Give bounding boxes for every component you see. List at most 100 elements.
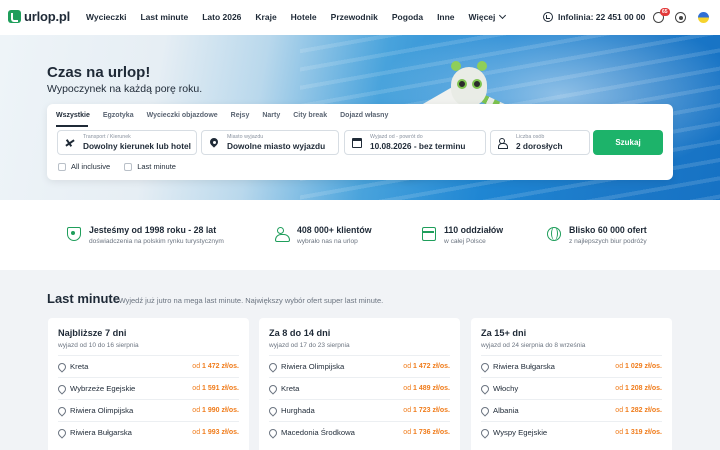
tab-wszystkie[interactable]: Wszystkie bbox=[56, 112, 90, 119]
destination: Albania bbox=[493, 406, 519, 415]
destination: Wybrzeże Egejskie bbox=[70, 384, 136, 393]
hotline[interactable]: Infolinia: 22 451 00 00 bbox=[543, 12, 645, 22]
tab-narty[interactable]: Narty bbox=[262, 112, 280, 119]
pin-icon bbox=[269, 363, 275, 371]
all-inclusive-checkbox[interactable]: All inclusive bbox=[58, 162, 110, 171]
clients-icon bbox=[275, 227, 290, 242]
last-minute-section: Last minute - Wyjedź już jutro na mega l… bbox=[0, 270, 720, 450]
price-value: 1 489 zł/os. bbox=[413, 385, 450, 392]
nav-item-pogoda[interactable]: Pogoda bbox=[392, 12, 423, 22]
price: od 1 591 zł/os. bbox=[192, 385, 239, 392]
tab-dojazd-wlasny[interactable]: Dojazd własny bbox=[340, 112, 388, 119]
price: od 1 472 zł/os. bbox=[192, 363, 239, 370]
active-tab-indicator bbox=[56, 125, 88, 127]
list-item[interactable]: Macedonia Środkowa od 1 736 zł/os. bbox=[269, 421, 450, 443]
destination: Kreta bbox=[70, 362, 89, 371]
price: od 1 472 zł/os. bbox=[403, 363, 450, 370]
list-item[interactable]: Hurghada od 1 723 zł/os. bbox=[269, 399, 450, 421]
price-value: 1 472 zł/os. bbox=[202, 363, 239, 370]
departure-city-label: Miasto wyjazdu bbox=[227, 134, 264, 140]
tab-egzotyka[interactable]: Egzotyka bbox=[103, 112, 134, 119]
list-item[interactable]: Riwiera Olimpijska od 1 472 zł/os. bbox=[269, 355, 450, 377]
pin-icon bbox=[481, 385, 487, 393]
price: od 1 993 zł/os. bbox=[192, 429, 239, 436]
feature-title: 110 oddziałów bbox=[444, 225, 504, 235]
tab-city-break[interactable]: City break bbox=[293, 112, 327, 119]
pin-icon bbox=[210, 138, 218, 148]
list-item[interactable]: Wyspy Egejskie od 1 319 zł/os. bbox=[481, 421, 662, 443]
feature-subtitle: wybrało nas na urlop bbox=[297, 238, 358, 245]
card-subtitle: wyjazd od 17 do 23 sierpnia bbox=[269, 342, 350, 349]
nav-item-wycieczki[interactable]: Wycieczki bbox=[86, 12, 126, 22]
departure-city-value: Dowolne miasto wyjazdu bbox=[227, 141, 326, 151]
card-title: Za 8 do 14 dni bbox=[269, 328, 331, 338]
pin-icon bbox=[58, 407, 64, 415]
card-subtitle: wyjazd od 10 do 16 sierpnia bbox=[58, 342, 139, 349]
price: od 1 736 zł/os. bbox=[403, 429, 450, 436]
phone-icon bbox=[543, 12, 553, 22]
list-item[interactable]: Albania od 1 282 zł/os. bbox=[481, 399, 662, 421]
nav-item-inne[interactable]: Inne bbox=[437, 12, 454, 22]
nav-item-lato-2026[interactable]: Lato 2026 bbox=[202, 12, 241, 22]
search-tabs: Wszystkie Egzotyka Wycieczki objazdowe R… bbox=[56, 112, 401, 119]
price-prefix: od bbox=[192, 385, 203, 392]
feature-title: Jesteśmy od 1998 roku - 28 lat bbox=[89, 225, 217, 235]
price-value: 1 591 zł/os. bbox=[202, 385, 239, 392]
travelers-field[interactable]: Liczba osób 2 dorosłych bbox=[490, 130, 590, 155]
price: od 1 282 zł/os. bbox=[615, 407, 662, 414]
list-item[interactable]: Kreta od 1 472 zł/os. bbox=[58, 355, 239, 377]
last-minute-checkbox[interactable]: Last minute bbox=[124, 162, 176, 171]
price-value: 1 472 zł/os. bbox=[413, 363, 450, 370]
travelers-label: Liczba osób bbox=[516, 134, 545, 140]
nav-item-wiecej[interactable]: Więcej bbox=[469, 11, 507, 22]
price-prefix: od bbox=[615, 385, 626, 392]
price-prefix: od bbox=[192, 363, 203, 370]
list-item[interactable]: Wybrzeże Egejskie od 1 591 zł/os. bbox=[58, 377, 239, 399]
pin-icon bbox=[58, 363, 64, 371]
nav-item-last-minute[interactable]: Last minute bbox=[140, 12, 188, 22]
destination-value: Dowolny kierunek lub hotel bbox=[83, 141, 191, 151]
nav-item-hotele[interactable]: Hotele bbox=[291, 12, 317, 22]
card-subtitle: wyjazd od 24 sierpnia do 8 września bbox=[481, 342, 586, 349]
list-item[interactable]: Włochy od 1 208 zł/os. bbox=[481, 377, 662, 399]
price-value: 1 282 zł/os. bbox=[625, 407, 662, 414]
favorites-icon[interactable] bbox=[675, 12, 686, 23]
search-button[interactable]: Szukaj bbox=[593, 130, 663, 155]
list-item[interactable]: Riwiera Bułgarska od 1 993 zł/os. bbox=[58, 421, 239, 443]
list-item[interactable]: Riwiera Olimpijska od 1 990 zł/os. bbox=[58, 399, 239, 421]
destination: Riwiera Olimpijska bbox=[281, 362, 345, 371]
main-nav: Wycieczki Last minute Lato 2026 Kraje Ho… bbox=[86, 11, 507, 22]
destination: Riwiera Bułgarska bbox=[493, 362, 555, 371]
nav-item-przewodnik[interactable]: Przewodnik bbox=[331, 12, 378, 22]
departure-city-field[interactable]: Miasto wyjazdu Dowolne miasto wyjazdu bbox=[201, 130, 339, 155]
price-prefix: od bbox=[403, 385, 414, 392]
price: od 1 489 zł/os. bbox=[403, 385, 450, 392]
price-value: 1 736 zł/os. bbox=[413, 429, 450, 436]
list-item[interactable]: Kreta od 1 489 zł/os. bbox=[269, 377, 450, 399]
destination: Riwiera Olimpijska bbox=[70, 406, 134, 415]
price: od 1 029 zł/os. bbox=[615, 363, 662, 370]
dates-value: 10.08.2026 - bez terminu bbox=[370, 141, 466, 151]
dates-field[interactable]: Wyjazd od - powrót do 10.08.2026 - bez t… bbox=[344, 130, 486, 155]
pin-icon bbox=[269, 407, 275, 415]
logo[interactable]: urlop.pl bbox=[8, 9, 70, 24]
plane-icon bbox=[65, 138, 75, 148]
destination-field[interactable]: Transport / Kierunek Dowolny kierunek lu… bbox=[57, 130, 197, 155]
feature-subtitle: z najlepszych biur podróży bbox=[569, 238, 647, 245]
nav-item-kraje[interactable]: Kraje bbox=[255, 12, 276, 22]
feature-subtitle: w całej Polsce bbox=[444, 238, 486, 245]
price-prefix: od bbox=[192, 407, 203, 414]
price-value: 1 993 zł/os. bbox=[202, 429, 239, 436]
basket-count-badge: 65 bbox=[660, 8, 670, 16]
price: od 1 990 zł/os. bbox=[192, 407, 239, 414]
list-item[interactable]: Riwiera Bułgarska od 1 029 zł/os. bbox=[481, 355, 662, 377]
destination: Kreta bbox=[281, 384, 300, 393]
destination: Wyspy Egejskie bbox=[493, 428, 548, 437]
destination: Włochy bbox=[493, 384, 519, 393]
ukraine-flag-icon[interactable] bbox=[698, 12, 709, 23]
search-filters: All inclusive Last minute bbox=[58, 162, 190, 171]
tab-rejsy[interactable]: Rejsy bbox=[231, 112, 250, 119]
hero-title: Czas na urlop! bbox=[47, 64, 151, 81]
price: od 1 319 zł/os. bbox=[615, 429, 662, 436]
tab-wycieczki-objazdowe[interactable]: Wycieczki objazdowe bbox=[147, 112, 218, 119]
